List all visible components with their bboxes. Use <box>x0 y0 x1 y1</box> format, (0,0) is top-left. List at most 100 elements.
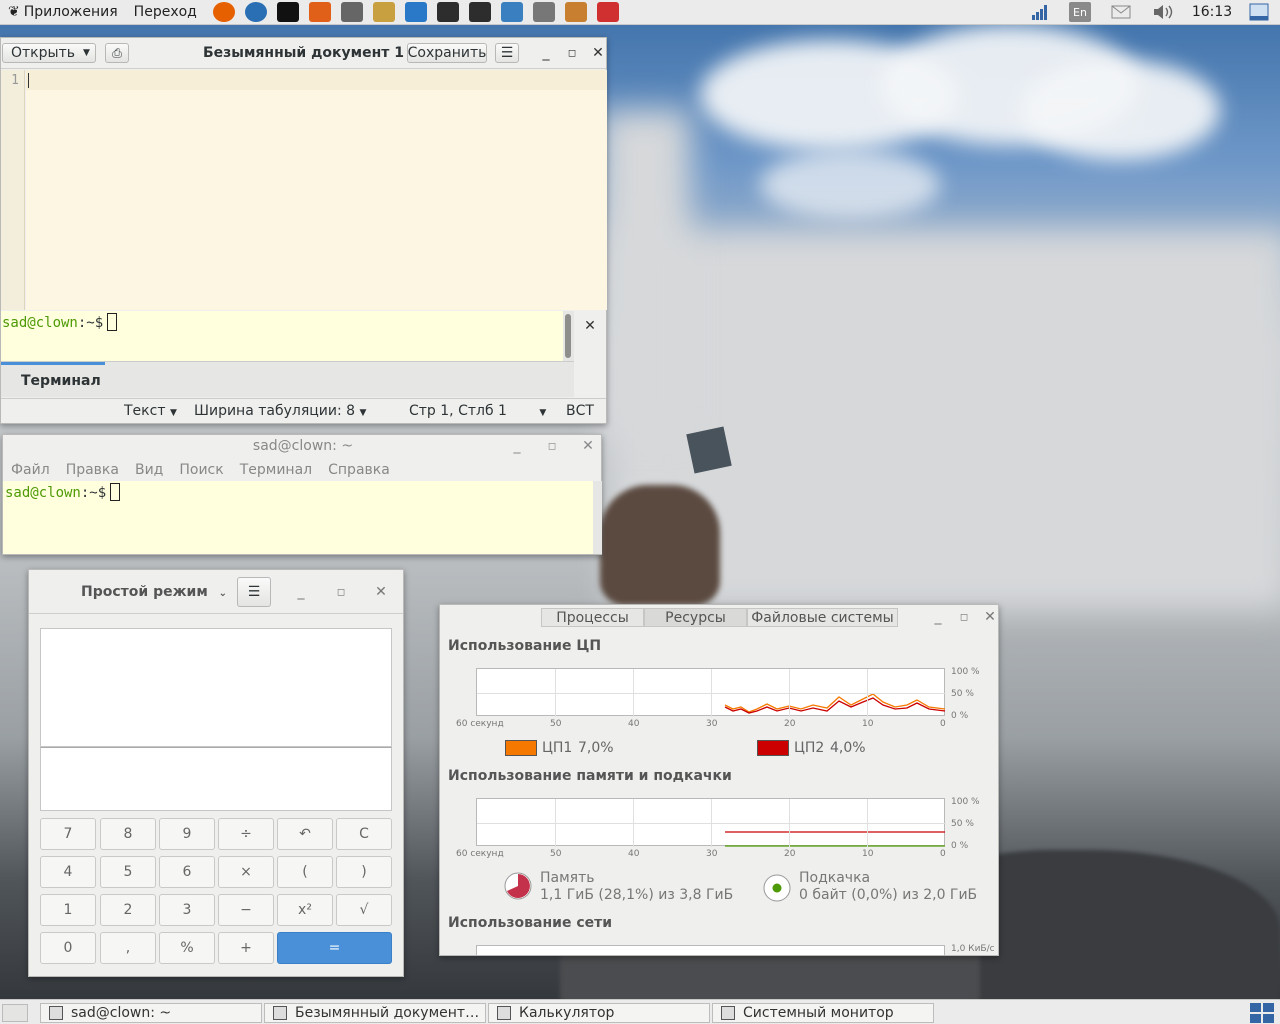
scrollbar-thumb[interactable] <box>565 314 571 358</box>
firefox-icon[interactable] <box>212 2 235 22</box>
places-menu[interactable]: Переход <box>126 4 205 20</box>
clock[interactable]: 16:13 <box>1190 2 1234 22</box>
terminal-scrollbar[interactable] <box>593 481 602 554</box>
minimize-button[interactable]: _ <box>927 605 949 629</box>
taskbar-item[interactable]: Калькулятор <box>488 1003 710 1023</box>
calc-key[interactable]: √ <box>336 894 392 926</box>
new-document-button[interactable]: ⎙ <box>105 43 129 63</box>
taskbar-item[interactable]: Безымянный документ… <box>264 1003 486 1023</box>
calc-key[interactable]: + <box>218 932 274 964</box>
screenshot-tool-icon[interactable] <box>596 2 619 22</box>
panel-tab-terminal[interactable]: Терминал <box>21 373 101 389</box>
terminal-cursor <box>110 483 121 501</box>
intellij-icon[interactable] <box>276 2 299 22</box>
terminal-menu-item[interactable]: Правка <box>66 462 119 478</box>
swap-value: 0 байт (0,0%) из 2,0 ГиБ <box>799 887 978 903</box>
calc-key[interactable]: 4 <box>40 856 96 888</box>
calc-key[interactable]: C <box>336 818 392 850</box>
archive-icon[interactable] <box>564 2 587 22</box>
maximize-button[interactable]: ◻ <box>541 435 563 457</box>
terminal-icon[interactable] <box>436 2 459 22</box>
taskbar-item[interactable]: Системный монитор <box>712 1003 934 1023</box>
calc-key[interactable]: ↶ <box>277 818 333 850</box>
close-panel-button[interactable]: ✕ <box>579 313 601 339</box>
calc-key[interactable]: % <box>159 932 215 964</box>
system-monitor-icon[interactable] <box>404 2 427 22</box>
apps-menu[interactable]: Приложения <box>22 4 126 20</box>
cursor-position-selector[interactable]: Стр 1, Стлб 1 ▼ <box>409 403 546 419</box>
calc-key[interactable]: 2 <box>100 894 156 926</box>
text-editor-icon[interactable] <box>372 2 395 22</box>
taskbar-item[interactable]: sad@clown: ~ <box>40 1003 262 1023</box>
close-button[interactable]: ✕ <box>587 38 609 68</box>
minimize-button[interactable]: _ <box>290 570 312 614</box>
close-button[interactable]: ✕ <box>370 570 392 614</box>
drop-icon[interactable] <box>244 2 267 22</box>
mode-selector[interactable]: Простой режим ⌄ <box>81 584 227 600</box>
close-button[interactable]: ✕ <box>577 435 599 457</box>
equals-key[interactable]: = <box>277 932 392 964</box>
network-section-title: Использование сети <box>448 915 613 931</box>
embedded-terminal[interactable]: sad@clown:~$ <box>1 311 563 361</box>
calc-key[interactable]: 1 <box>40 894 96 926</box>
cpu-section-title: Использование ЦП <box>448 638 602 654</box>
maximize-button[interactable]: ◻ <box>561 38 583 68</box>
calc-key[interactable]: 3 <box>159 894 215 926</box>
activity-monitor-icon[interactable] <box>468 2 491 22</box>
calculation-input[interactable] <box>40 747 392 811</box>
maximize-button[interactable]: ◻ <box>330 570 352 614</box>
screenshot-icon[interactable] <box>340 2 363 22</box>
maximize-button[interactable]: ◻ <box>953 605 975 629</box>
calc-key[interactable]: , <box>100 932 156 964</box>
calc-key[interactable]: 9 <box>159 818 215 850</box>
close-button[interactable]: ✕ <box>979 605 998 629</box>
terminal-window: sad@clown: ~ _ ◻ ✕ Файл Правка Вид Поиск Тер… <box>2 434 602 555</box>
hamburger-menu-button[interactable]: ☰ <box>495 43 519 63</box>
tab-filesystems[interactable]: Файловые системы <box>747 608 898 627</box>
terminal-menu-item[interactable]: Поиск <box>179 462 223 478</box>
terminal-menu-item[interactable]: Вид <box>135 462 163 478</box>
calc-key[interactable]: × <box>218 856 274 888</box>
calc-key[interactable]: ) <box>336 856 392 888</box>
chevron-down-icon: ▼ <box>169 408 177 418</box>
editor-text-area[interactable] <box>26 70 607 310</box>
keyboard-layout-indicator[interactable]: En <box>1069 2 1091 22</box>
volume-icon[interactable] <box>1152 2 1174 22</box>
cpu2-color-swatch[interactable] <box>757 740 789 756</box>
top-panel: ❦ Приложения Переход En 16:13 <box>0 0 1280 25</box>
hamburger-menu-button[interactable]: ☰ <box>237 577 271 607</box>
calc-key[interactable]: 0 <box>40 932 96 964</box>
calc-key[interactable]: x² <box>277 894 333 926</box>
tab-processes[interactable]: Процессы <box>541 608 644 627</box>
syntax-selector[interactable]: Текст ▼ <box>124 403 177 419</box>
network-signal-icon[interactable] <box>1030 2 1050 22</box>
document-icon[interactable] <box>500 2 523 22</box>
show-desktop-icon[interactable] <box>1248 2 1270 22</box>
calc-key[interactable]: ( <box>277 856 333 888</box>
terminal-scrollbar[interactable] <box>563 311 574 361</box>
minimize-button[interactable]: _ <box>535 38 557 68</box>
calculator-icon[interactable] <box>532 2 555 22</box>
calc-key[interactable]: 6 <box>159 856 215 888</box>
mixer-icon[interactable] <box>308 2 331 22</box>
cpu1-color-swatch[interactable] <box>505 740 537 756</box>
calc-key[interactable]: 8 <box>100 818 156 850</box>
tab-width-selector[interactable]: Ширина табуляции: 8 ▼ <box>194 403 366 419</box>
calc-key[interactable]: ÷ <box>218 818 274 850</box>
terminal-menu-item[interactable]: Справка <box>328 462 390 478</box>
tab-resources[interactable]: Ресурсы <box>644 608 747 627</box>
save-button[interactable]: Сохранить <box>407 43 487 63</box>
hamburger-icon: ☰ <box>500 45 514 61</box>
workspace-switcher[interactable] <box>1250 1003 1274 1023</box>
calc-key[interactable]: 7 <box>40 818 96 850</box>
terminal-content[interactable]: sad@clown:~$ <box>3 481 593 554</box>
calc-key[interactable]: 5 <box>100 856 156 888</box>
minimize-button[interactable]: _ <box>506 435 528 457</box>
calc-key[interactable]: − <box>218 894 274 926</box>
mail-icon[interactable] <box>1110 2 1132 22</box>
terminal-menu-item[interactable]: Терминал <box>240 462 312 478</box>
chevron-down-icon: ▼ <box>82 48 90 58</box>
terminal-menu-item[interactable]: Файл <box>11 462 50 478</box>
apps-menu-icon[interactable]: ❦ <box>0 4 22 20</box>
open-button[interactable]: Открыть ▼ <box>2 43 96 63</box>
